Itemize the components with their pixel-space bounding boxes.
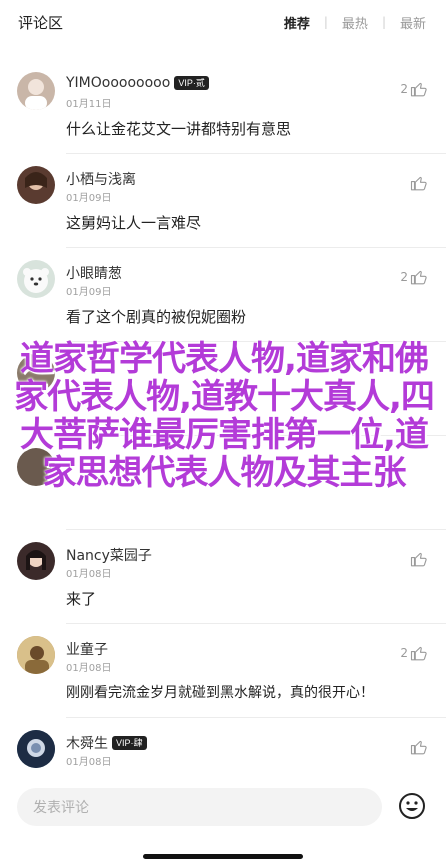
like-button[interactable]: 2 — [400, 268, 428, 286]
thumbs-up-icon — [410, 82, 427, 97]
like-count: 2 — [400, 270, 408, 284]
comment-date: 01月09日 — [66, 193, 112, 204]
comment-text: 什么让金花艾文一讲都特别有意思 — [66, 120, 292, 138]
like-button[interactable] — [408, 550, 428, 568]
like-button[interactable] — [410, 738, 428, 756]
comment-date: 01月08日 — [66, 663, 112, 674]
user-name[interactable]: YIMOoooooooo — [66, 75, 170, 91]
thumbs-up-icon — [410, 270, 427, 285]
thumbs-up-icon — [410, 646, 427, 661]
tab-newest[interactable]: 最新 — [398, 13, 428, 32]
comment-input[interactable]: 发表评论 — [17, 788, 382, 826]
like-button[interactable] — [408, 174, 428, 192]
comment-item: 小栖与浅离 01月09日 这舅妈让人一言难尽 — [0, 154, 446, 248]
comment-item — [0, 342, 446, 436]
like-count: 2 — [400, 646, 408, 660]
comment-text: 刚刚看完流金岁月就碰到黑水解说，真的很开心！ — [66, 685, 374, 701]
avatar[interactable] — [17, 354, 55, 392]
comment-item — [0, 436, 446, 530]
avatar[interactable] — [17, 72, 55, 110]
avatar[interactable] — [17, 260, 55, 298]
comment-item: 业童子 01月08日 刚刚看完流金岁月就碰到黑水解说，真的很开心！ 2 — [0, 624, 446, 718]
comment-text: 来了 — [66, 590, 97, 608]
user-name[interactable]: Nancy菜园子 — [66, 545, 152, 565]
page-title: 评论区 — [18, 13, 64, 32]
smiley-icon — [399, 793, 425, 819]
comment-item: 小眼睛葱 01月09日 看了这个剧真的被倪妮圈粉 2 — [0, 248, 446, 342]
thumbs-up-icon — [410, 552, 427, 567]
vip-badge: VIP·贰 — [174, 76, 209, 90]
thumbs-up-icon — [410, 740, 427, 755]
user-name[interactable]: 小栖与浅离 — [66, 169, 136, 189]
avatar[interactable] — [17, 448, 55, 486]
comment-date: 01月11日 — [66, 99, 112, 110]
comment-date: 01月08日 — [66, 757, 112, 768]
home-indicator — [143, 854, 303, 859]
comment-date: 01月08日 — [66, 569, 112, 580]
comment-list: YIMOoooooooo VIP·贰 01月11日 什么让金花艾文一讲都特别有意… — [0, 60, 446, 812]
thumbs-up-icon — [410, 176, 427, 191]
comment-item: YIMOoooooooo VIP·贰 01月11日 什么让金花艾文一讲都特别有意… — [0, 60, 446, 154]
avatar[interactable] — [17, 166, 55, 204]
comment-input-placeholder: 发表评论 — [33, 800, 89, 816]
comment-item: Nancy菜园子 01月08日 来了 — [0, 530, 446, 624]
user-name[interactable]: 小眼睛葱 — [66, 263, 122, 283]
like-count: 2 — [400, 82, 408, 96]
like-button[interactable]: 2 — [400, 80, 428, 98]
comment-text: 这舅妈让人一言难尽 — [66, 214, 202, 232]
user-name[interactable]: 木舜生 — [66, 733, 108, 753]
comment-input-bar: 发表评论 — [0, 780, 446, 868]
tab-hottest[interactable]: 最热 — [340, 13, 370, 32]
vip-badge: VIP·肆 — [112, 736, 147, 750]
user-name[interactable]: 业童子 — [66, 639, 108, 659]
comment-date: 01月09日 — [66, 287, 112, 298]
like-button[interactable]: 2 — [400, 644, 428, 662]
emoji-button[interactable] — [398, 792, 426, 820]
tab-recommended[interactable]: 推荐 — [282, 13, 312, 32]
comment-text: 看了这个剧真的被倪妮圈粉 — [66, 308, 247, 326]
comments-header: 评论区 推荐 | 最热 | 最新 — [0, 0, 446, 44]
sort-tabs: 推荐 | 最热 | 最新 — [282, 13, 428, 32]
avatar[interactable] — [17, 636, 55, 674]
avatar[interactable] — [17, 730, 55, 768]
avatar[interactable] — [17, 542, 55, 580]
